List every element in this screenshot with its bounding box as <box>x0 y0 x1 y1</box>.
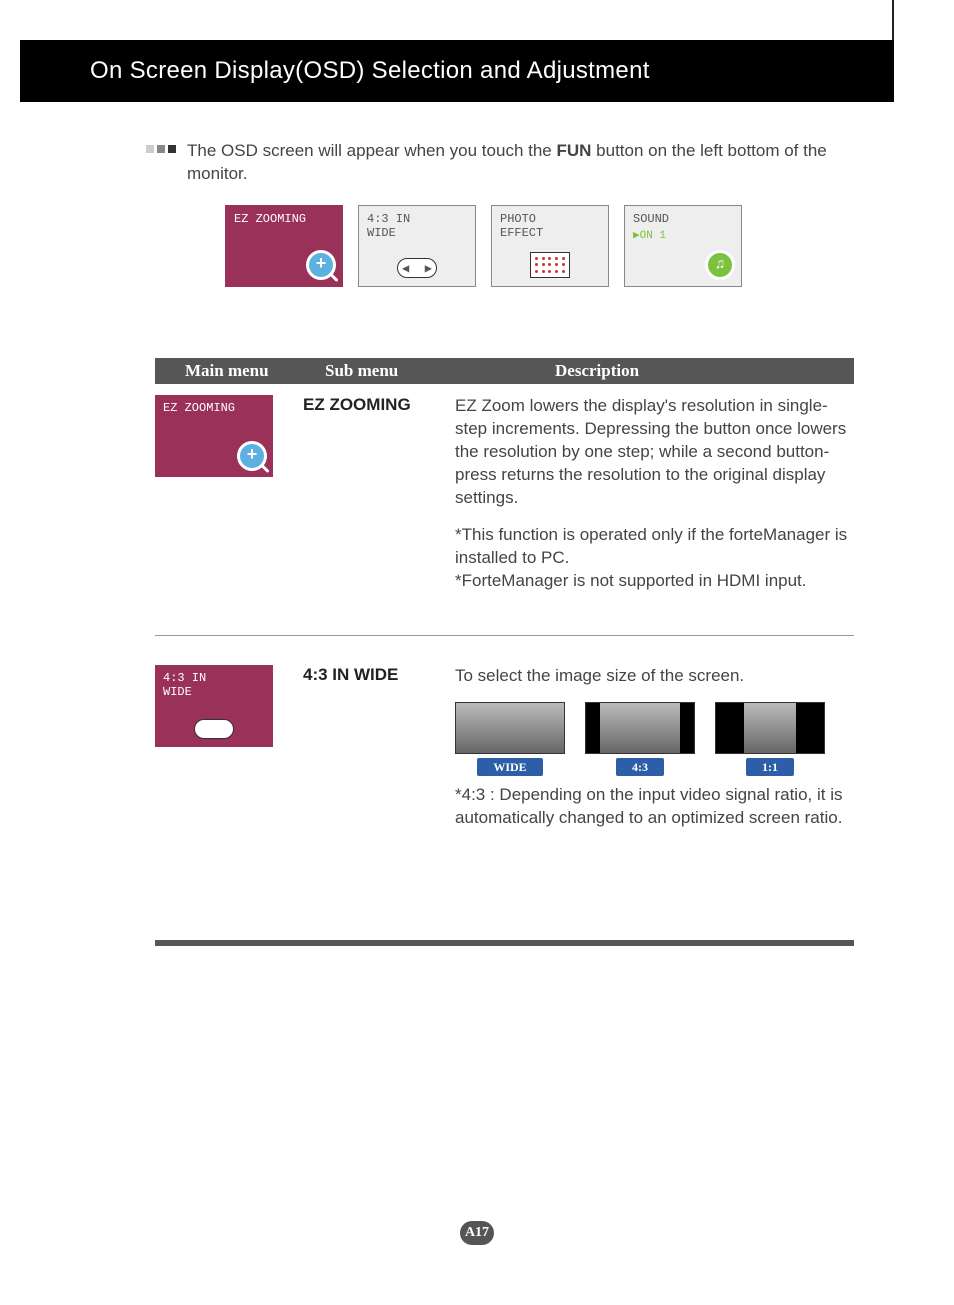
intro-before: The OSD screen will appear when you touc… <box>187 141 556 160</box>
section-end-bar <box>155 940 854 946</box>
section-title: On Screen Display(OSD) Selection and Adj… <box>90 57 650 85</box>
desc-p2: *4:3 : Depending on the input video sign… <box>455 784 854 830</box>
tile-43-wide[interactable]: 4:3 IN WIDE ◀▶ <box>358 205 476 287</box>
divider <box>155 635 854 636</box>
aspect-43: 4:3 <box>585 702 695 776</box>
aspect-image <box>455 702 565 754</box>
osd-tile-row: EZ ZOOMING + 4:3 IN WIDE ◀▶ PHOTO EFFECT… <box>225 205 742 287</box>
aspect-label: 4:3 <box>616 758 664 776</box>
description: EZ Zoom lowers the display's resolution … <box>455 395 854 607</box>
intro-text: The OSD screen will appear when you touc… <box>145 140 854 186</box>
aspect-label: 1:1 <box>746 758 794 776</box>
desc-p1: EZ Zoom lowers the display's resolution … <box>455 395 854 510</box>
tile-label-line1: PHOTO <box>500 212 600 226</box>
tile-label: EZ ZOOMING <box>234 212 334 226</box>
tile-label: SOUND <box>633 212 733 226</box>
tile-photo-effect[interactable]: PHOTO EFFECT <box>491 205 609 287</box>
table-row: 4:3 IN WIDE ◀▶ 4:3 IN WIDE To select the… <box>155 665 854 747</box>
arrow-icon: ◀▶ <box>397 258 437 278</box>
arrow-icon: ◀▶ <box>194 719 234 739</box>
music-icon: ♫ <box>705 250 735 280</box>
dots-icon <box>530 252 570 278</box>
intro-bold: FUN <box>556 141 591 160</box>
aspect-label: WIDE <box>477 758 542 776</box>
tile-label-line2: EFFECT <box>500 226 600 240</box>
tile-ez-zooming[interactable]: EZ ZOOMING + <box>225 205 343 287</box>
sub-menu-label: EZ ZOOMING <box>303 395 411 415</box>
page-number: A17 <box>0 1221 954 1245</box>
table-row: EZ ZOOMING + EZ ZOOMING EZ Zoom lowers t… <box>155 395 854 477</box>
aspect-row: WIDE 4:3 1:1 <box>455 702 854 776</box>
zoom-icon: + <box>306 250 336 280</box>
tile-label-line2: WIDE <box>163 685 265 699</box>
th-desc: Description <box>555 361 639 381</box>
tile-label-line1: 4:3 IN <box>367 212 467 226</box>
row-tile-ez: EZ ZOOMING + <box>155 395 273 477</box>
tile-sound[interactable]: SOUND ▶ON 1 ♫ <box>624 205 742 287</box>
page-number-value: A17 <box>460 1221 494 1245</box>
tile-label-line1: 4:3 IN <box>163 671 265 685</box>
description: To select the image size of the screen. … <box>455 665 854 844</box>
th-main: Main menu <box>185 361 269 381</box>
row-tile-43: 4:3 IN WIDE ◀▶ <box>155 665 273 747</box>
aspect-wide: WIDE <box>455 702 565 776</box>
desc-p3: *ForteManager is not supported in HDMI i… <box>455 570 854 593</box>
tile-label-line2: WIDE <box>367 226 467 240</box>
page-top-rule <box>892 0 894 40</box>
aspect-11: 1:1 <box>715 702 825 776</box>
aspect-image <box>585 702 695 754</box>
tile-label: EZ ZOOMING <box>163 401 265 415</box>
aspect-image <box>715 702 825 754</box>
sub-menu-label: 4:3 IN WIDE <box>303 665 398 685</box>
tile-sublabel: ▶ON 1 <box>633 228 733 242</box>
table-header: Main menu Sub menu Description <box>155 358 854 384</box>
section-header: On Screen Display(OSD) Selection and Adj… <box>20 40 894 102</box>
desc-p2: *This function is operated only if the f… <box>455 524 854 570</box>
zoom-icon: + <box>237 441 267 471</box>
desc-p1: To select the image size of the screen. <box>455 665 854 688</box>
th-sub: Sub menu <box>325 361 398 381</box>
